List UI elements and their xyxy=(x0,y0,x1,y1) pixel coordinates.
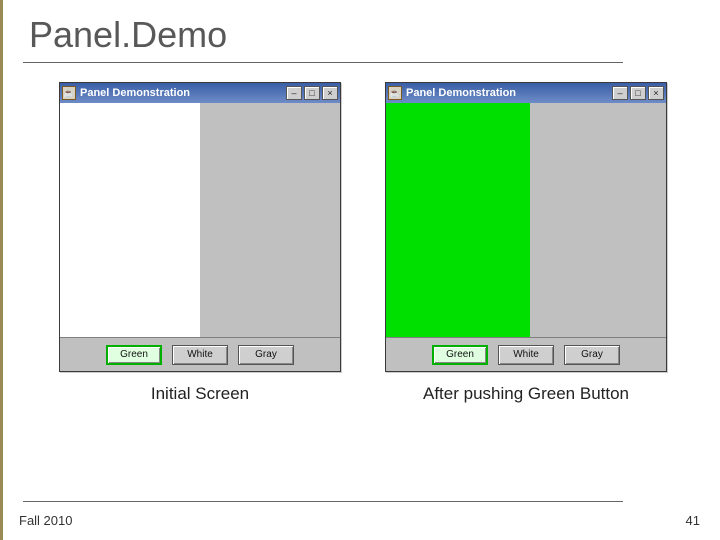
footer-divider xyxy=(23,501,623,502)
app-window-initial: ☕ Panel Demonstration – □ × Green White … xyxy=(59,82,341,372)
window-controls: – □ × xyxy=(286,86,338,100)
color-panel-green xyxy=(394,103,530,337)
footer-page-number: 41 xyxy=(686,513,700,528)
color-panel-gray xyxy=(530,103,666,337)
close-button[interactable]: × xyxy=(648,86,664,100)
slide-title: Panel.Demo xyxy=(3,0,720,62)
green-button[interactable]: Green xyxy=(432,345,488,365)
caption-right: After pushing Green Button xyxy=(385,384,667,404)
app-window-after-green: ☕ Panel Demonstration – □ × Green White xyxy=(385,82,667,372)
white-button[interactable]: White xyxy=(172,345,228,365)
gray-button[interactable]: Gray xyxy=(238,345,294,365)
client-area xyxy=(60,103,340,337)
window-controls: – □ × xyxy=(612,86,664,100)
titlebar: ☕ Panel Demonstration – □ × xyxy=(386,83,666,103)
java-app-icon: ☕ xyxy=(388,86,402,100)
demo-right: ☕ Panel Demonstration – □ × Green White xyxy=(385,82,667,404)
caption-left: Initial Screen xyxy=(59,384,341,404)
java-app-icon: ☕ xyxy=(62,86,76,100)
gray-button[interactable]: Gray xyxy=(564,345,620,365)
window-title: Panel Demonstration xyxy=(406,87,608,99)
button-row: Green White Gray xyxy=(60,337,340,371)
close-button[interactable]: × xyxy=(322,86,338,100)
minimize-button[interactable]: – xyxy=(286,86,302,100)
window-title: Panel Demonstration xyxy=(80,87,282,99)
demo-row: ☕ Panel Demonstration – □ × Green White … xyxy=(59,82,664,404)
titlebar: ☕ Panel Demonstration – □ × xyxy=(60,83,340,103)
maximize-button[interactable]: □ xyxy=(304,86,320,100)
color-panel-gray xyxy=(200,103,340,337)
demo-left: ☕ Panel Demonstration – □ × Green White … xyxy=(59,82,341,404)
button-row: Green White Gray xyxy=(386,337,666,371)
white-button[interactable]: White xyxy=(498,345,554,365)
green-button[interactable]: Green xyxy=(106,345,162,365)
footer-date: Fall 2010 xyxy=(19,513,72,528)
left-divider-stripe xyxy=(386,103,394,337)
color-panel-white xyxy=(60,103,200,337)
title-divider xyxy=(23,62,623,63)
maximize-button[interactable]: □ xyxy=(630,86,646,100)
minimize-button[interactable]: – xyxy=(612,86,628,100)
client-area xyxy=(386,103,666,337)
